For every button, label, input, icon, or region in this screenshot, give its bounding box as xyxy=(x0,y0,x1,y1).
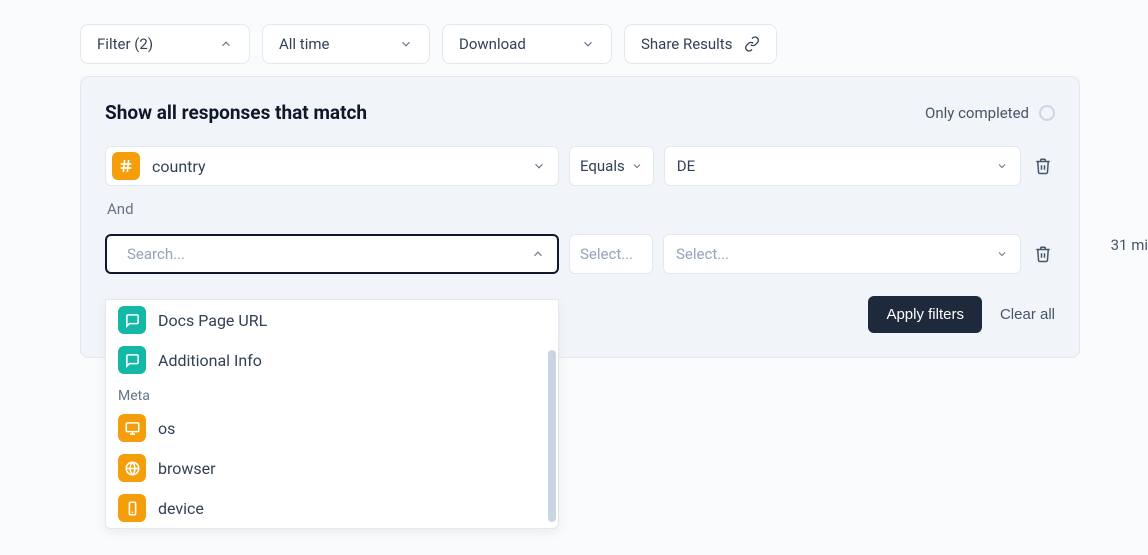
dropdown-item-label: device xyxy=(158,499,204,518)
field-placeholder: Search... xyxy=(113,245,519,263)
chevron-up-icon xyxy=(219,37,233,51)
clear-all-button[interactable]: Clear all xyxy=(1000,306,1055,323)
only-completed-toggle[interactable]: Only completed xyxy=(925,104,1055,122)
filter-panel: Show all responses that match Only compl… xyxy=(80,76,1080,358)
dropdown-item-label: Additional Info xyxy=(158,351,262,370)
value-placeholder: Select... xyxy=(676,245,729,263)
dropdown-item-label: os xyxy=(158,419,175,438)
share-label: Share Results xyxy=(641,35,732,53)
apply-filters-button[interactable]: Apply filters xyxy=(868,296,982,333)
monitor-icon xyxy=(118,414,146,442)
dropdown-item-label: browser xyxy=(158,459,216,478)
only-completed-label: Only completed xyxy=(925,104,1029,122)
time-range-button[interactable]: All time xyxy=(262,24,430,64)
toolbar: Filter (2) All time Download Share Resul… xyxy=(0,0,1148,64)
value-select[interactable]: DE xyxy=(664,146,1021,186)
filter-row: country Equals DE xyxy=(105,146,1055,186)
message-icon xyxy=(118,346,146,374)
dropdown-item-os[interactable]: os xyxy=(106,408,558,448)
chevron-down-icon xyxy=(996,248,1008,260)
filter-button[interactable]: Filter (2) xyxy=(80,24,250,64)
chevron-down-icon xyxy=(532,159,546,173)
delete-row-button[interactable] xyxy=(1031,242,1055,266)
value-text: DE xyxy=(677,157,695,175)
time-range-label: All time xyxy=(279,35,329,53)
field-value: country xyxy=(152,157,520,176)
filter-label: Filter (2) xyxy=(97,35,153,53)
chevron-down-icon xyxy=(996,160,1008,172)
radio-unchecked-icon xyxy=(1039,105,1055,121)
panel-header: Show all responses that match Only compl… xyxy=(105,101,1055,124)
chevron-down-icon xyxy=(399,37,413,51)
field-select[interactable]: country xyxy=(105,146,559,186)
dropdown-item-browser[interactable]: browser xyxy=(106,448,558,488)
download-button[interactable]: Download xyxy=(442,24,612,64)
and-connector: And xyxy=(107,200,1055,218)
chevron-up-icon xyxy=(531,247,545,261)
dropdown-item-label: Docs Page URL xyxy=(158,311,267,330)
dropdown-item-device[interactable]: device xyxy=(106,488,558,528)
share-results-button[interactable]: Share Results xyxy=(624,24,777,64)
delete-row-button[interactable] xyxy=(1031,154,1055,178)
field-select[interactable]: Search... xyxy=(105,234,559,274)
panel-title: Show all responses that match xyxy=(105,101,367,124)
scrollbar[interactable] xyxy=(548,350,556,522)
value-select[interactable]: Select... xyxy=(663,234,1021,274)
dropdown-item-docs-page-url[interactable]: Docs Page URL xyxy=(106,300,558,340)
chevron-down-icon xyxy=(581,37,595,51)
filter-row: Search... Select... Select... xyxy=(105,234,1055,274)
globe-icon xyxy=(118,454,146,482)
link-icon xyxy=(744,36,760,52)
operator-select[interactable]: Select... xyxy=(569,234,653,274)
message-icon xyxy=(118,306,146,334)
chevron-down-icon xyxy=(631,160,643,172)
dropdown-section-meta: Meta xyxy=(106,380,558,408)
phone-icon xyxy=(118,494,146,522)
hash-icon xyxy=(112,152,140,180)
operator-value: Equals xyxy=(580,157,625,175)
field-dropdown: Docs Page URL Additional Info Meta os br… xyxy=(105,299,559,529)
time-ago-label: 31 mi xyxy=(1111,236,1148,254)
dropdown-item-additional-info[interactable]: Additional Info xyxy=(106,340,558,380)
download-label: Download xyxy=(459,35,526,53)
operator-select[interactable]: Equals xyxy=(569,146,654,186)
operator-placeholder: Select... xyxy=(580,245,633,263)
